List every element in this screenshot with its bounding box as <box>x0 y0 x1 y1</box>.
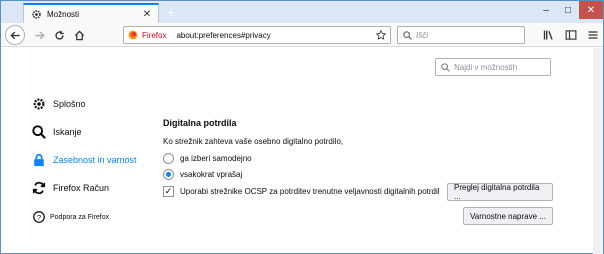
certificates-question: Ko strežnik zahteva vaše osebno digitaln… <box>163 137 344 146</box>
tab-title: Možnosti <box>47 9 80 19</box>
view-certificates-button[interactable]: Preglej digitalna potrdila ... <box>447 183 553 201</box>
support-label: Podpora za Firefox <box>50 213 110 221</box>
ocsp-label: Uporabi strežnike OCSP za potrditev tren… <box>180 187 440 196</box>
sidebar-item-privacy[interactable]: Zasebnost in varnost <box>31 151 137 169</box>
sidebar-icon <box>565 30 577 40</box>
ocsp-checkbox-row[interactable]: ✓ Uporabi strežnike OCSP za potrditev tr… <box>163 186 440 197</box>
radio-ask-every-time[interactable]: vsakokrat vprašaj <box>163 169 242 180</box>
search-icon <box>441 62 450 72</box>
scrollbar[interactable] <box>593 48 603 254</box>
title-bar: Možnosti ✕ + – □ ✕ <box>1 1 603 23</box>
url-text[interactable]: about:preferences#privacy <box>176 31 376 40</box>
lock-icon <box>31 152 47 168</box>
sidebar-item-search[interactable]: Iskanje <box>31 123 82 141</box>
back-arrow-icon <box>9 31 20 39</box>
home-icon <box>74 29 84 40</box>
firefox-logo-icon <box>128 30 138 40</box>
sidebar-item-label: Iskanje <box>53 127 82 137</box>
hamburger-icon <box>588 31 598 39</box>
certificates-heading: Digitalna potrdila <box>163 118 237 128</box>
radio-button[interactable] <box>163 153 174 164</box>
radio-label: ga izberi samodejno <box>180 154 252 163</box>
search-icon <box>403 30 412 40</box>
library-icon <box>543 30 553 40</box>
tab-preferences[interactable]: Možnosti ✕ <box>23 3 159 23</box>
help-icon: ? <box>33 211 45 223</box>
star-icon[interactable] <box>376 30 386 40</box>
search-icon <box>31 124 47 140</box>
browser-window: Možnosti ✕ + – □ ✕ Firefox about:prefere… <box>0 0 604 254</box>
close-tab-icon[interactable]: ✕ <box>142 9 152 20</box>
radio-button[interactable] <box>163 169 174 180</box>
back-button[interactable] <box>5 25 25 45</box>
sidebar-item-label: Zasebnost in varnost <box>53 155 137 165</box>
search-bar[interactable]: Išči <box>397 26 525 44</box>
search-placeholder: Išči <box>416 30 428 40</box>
url-brand-label: Firefox <box>142 30 167 40</box>
svg-text:?: ? <box>37 213 41 222</box>
prefs-search-placeholder: Najdi v možnostih <box>454 62 518 72</box>
menu-button[interactable] <box>583 25 603 45</box>
radio-label: vsakokrat vprašaj <box>180 170 243 179</box>
library-button[interactable] <box>539 25 559 45</box>
radio-select-auto[interactable]: ga izberi samodejno <box>163 153 252 164</box>
prefs-search-input[interactable]: Najdi v možnostih <box>435 58 551 76</box>
ocsp-checkbox[interactable]: ✓ <box>163 186 174 197</box>
forward-button[interactable] <box>29 25 49 45</box>
home-button[interactable] <box>69 25 89 45</box>
sidebar-item-label: Firefox Račun <box>53 183 110 193</box>
sync-icon <box>31 180 47 196</box>
sidebar-item-general[interactable]: Splošno <box>31 95 86 113</box>
gear-icon <box>31 96 47 112</box>
reload-button[interactable] <box>49 25 69 45</box>
gear-icon <box>30 8 42 20</box>
reload-icon <box>54 30 64 40</box>
sidebar-toggle-button[interactable] <box>561 25 581 45</box>
close-window-icon[interactable]: ✕ <box>579 1 603 19</box>
new-tab-icon[interactable]: + <box>163 4 179 20</box>
security-devices-button[interactable]: Varnostne naprave ... <box>463 207 553 225</box>
sidebar-item-label: Splošno <box>53 99 86 109</box>
maximize-icon[interactable]: □ <box>557 1 579 19</box>
forward-arrow-icon <box>34 31 45 39</box>
support-link[interactable]: ? Podpora za Firefox <box>33 211 109 223</box>
sidebar-item-firefox-account[interactable]: Firefox Račun <box>31 179 109 197</box>
nav-toolbar: Firefox about:preferences#privacy Išči <box>1 23 603 47</box>
minimize-icon[interactable]: – <box>535 1 557 19</box>
url-bar[interactable]: Firefox about:preferences#privacy <box>123 26 391 44</box>
